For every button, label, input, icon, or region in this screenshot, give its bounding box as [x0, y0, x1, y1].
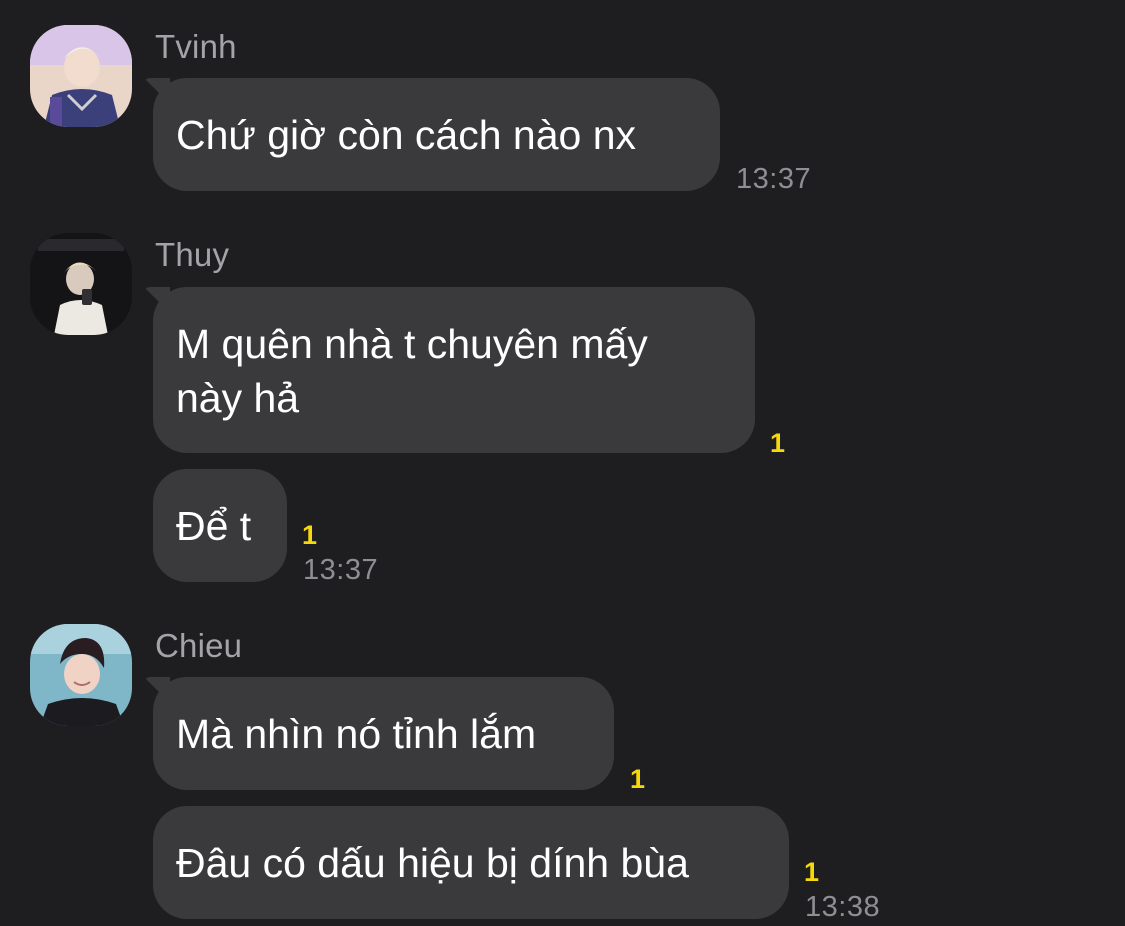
avatar-thuy-icon[interactable] [30, 233, 132, 335]
unread-count: 1 [804, 857, 820, 887]
message-bubble[interactable]: Để t [153, 469, 287, 582]
sender-name: Thuy [155, 236, 230, 273]
unread-count: 1 [770, 428, 786, 458]
avatar-tvinh-icon[interactable] [30, 25, 132, 127]
message-time: 13:38 [805, 891, 881, 923]
chat-screen: Tvinh Chứ giờ còn cách nào nx 13:37 Thuy… [0, 0, 1125, 926]
unread-count: 1 [302, 520, 318, 550]
avatar-chieu-icon[interactable] [30, 624, 132, 726]
unread-count: 1 [630, 764, 646, 794]
sender-name: Tvinh [155, 28, 237, 65]
message-bubble[interactable]: Đâu có dấu hiệu bị dính bùa [153, 806, 789, 919]
message-bubble[interactable]: M quên nhà t chuyên mấy này hả [153, 287, 755, 453]
message-bubble[interactable]: Chứ giờ còn cách nào nx [153, 78, 720, 191]
message-time: 13:37 [736, 163, 812, 195]
sender-name: Chieu [155, 627, 243, 664]
message-bubble[interactable]: Mà nhìn nó tỉnh lắm [153, 677, 614, 790]
message-time: 13:37 [303, 554, 379, 586]
